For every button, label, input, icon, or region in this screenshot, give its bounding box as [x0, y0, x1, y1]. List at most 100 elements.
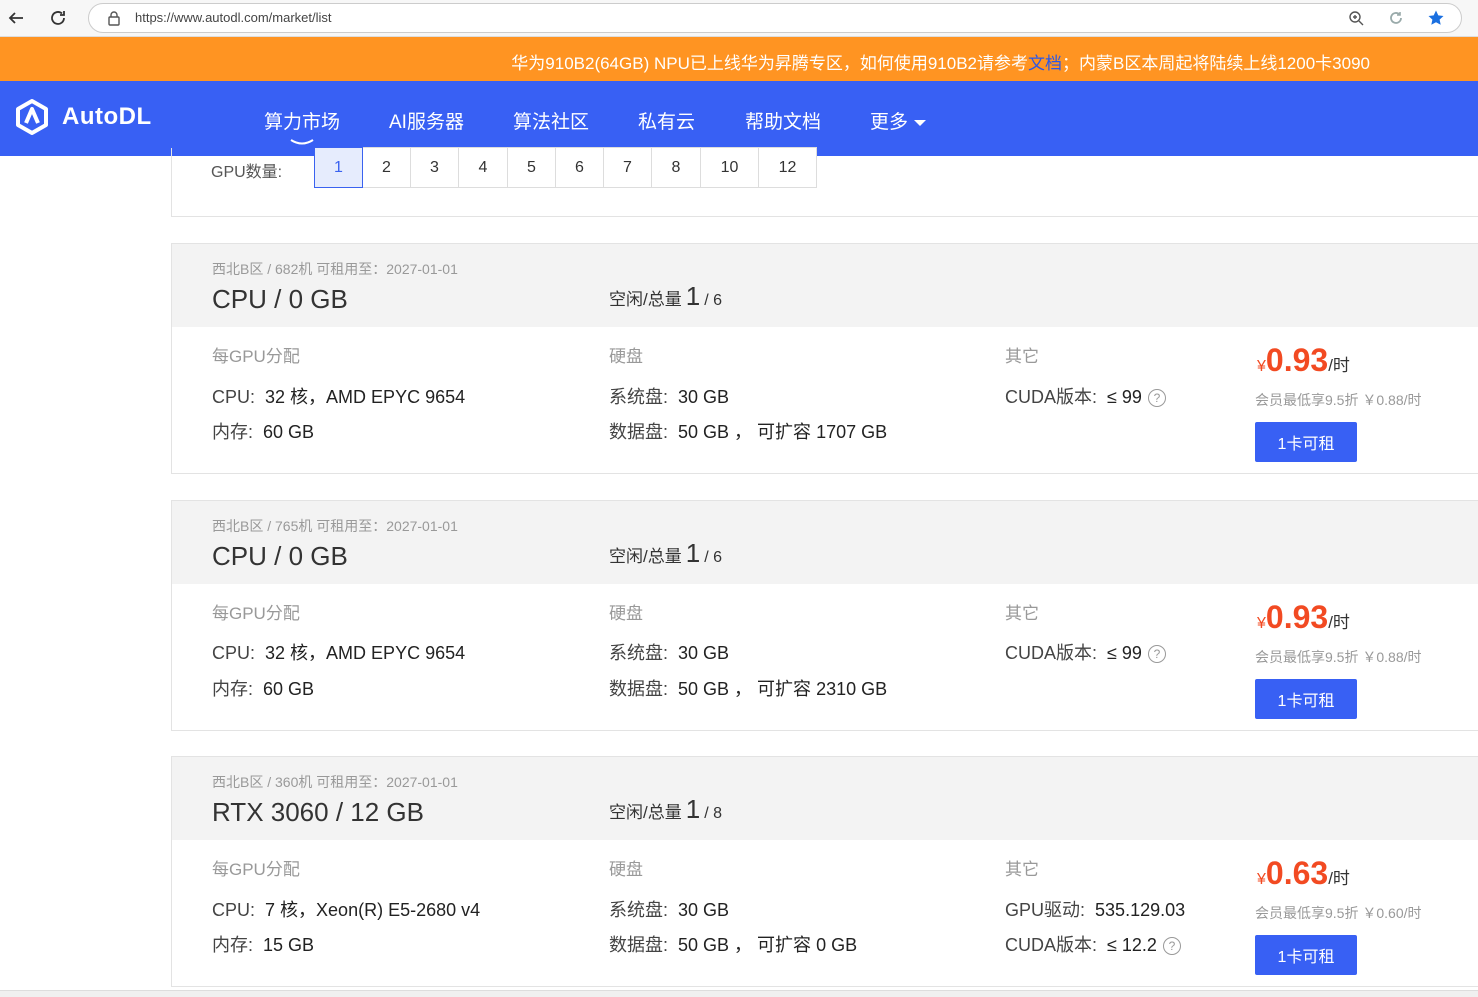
price-value: 0.93 — [1265, 599, 1329, 635]
system-disk-spec: 系统盘: 30 GB — [609, 639, 729, 665]
cpu-value: 32 核，AMD EPYC 9654 — [265, 643, 466, 663]
help-icon[interactable]: ? — [1147, 389, 1166, 408]
help-icon[interactable]: ? — [1147, 645, 1166, 664]
machine-card: 西北B区 / 765机 可租用至：2027-01-01 CPU / 0 GB 空… — [171, 500, 1478, 731]
machine-title: CPU / 0 GB — [212, 284, 348, 314]
cpu-value: 32 核，AMD EPYC 9654 — [265, 387, 466, 407]
rent-button[interactable]: 1卡可租 — [1255, 679, 1357, 719]
machine-card-header — [172, 244, 1478, 327]
disk-heading: 硬盘 — [609, 860, 643, 879]
browser-toolbar: https://www.autodl.com/market/list — [0, 0, 1478, 37]
system-disk-label: 系统盘: — [609, 900, 669, 920]
availability-label: 空闲/总量 — [609, 803, 682, 822]
cpu-spec: CPU: 7 核，Xeon(R) E5-2680 v4 — [212, 896, 480, 922]
other-heading: 其它 — [1005, 604, 1039, 623]
gpu-count-option-8[interactable]: 8 — [652, 147, 701, 188]
cpu-label: CPU: — [212, 900, 256, 920]
system-disk-label: 系统盘: — [609, 387, 669, 407]
memory-label: 内存: — [212, 422, 254, 442]
nav-help-docs[interactable]: 帮助文档 — [745, 107, 821, 134]
gpu-count-option-2[interactable]: 2 — [363, 147, 411, 188]
system-disk-spec: 系统盘: 30 GB — [609, 383, 729, 409]
gpu-count-option-1[interactable]: 1 — [314, 147, 363, 188]
cuda-spec: CUDA版本: ≤ 12.2? — [1005, 931, 1181, 957]
nav-more[interactable]: 更多 — [870, 107, 927, 134]
lock-icon[interactable] — [105, 9, 123, 27]
memory-value: 60 GB — [263, 679, 315, 699]
machine-meta: 西北B区 / 682机 可租用至：2027-01-01 — [212, 261, 458, 277]
data-disk-value: 50 GB ， 可扩容 1707 GB — [678, 422, 888, 442]
nav-more-label: 更多 — [870, 112, 909, 133]
price-unit: /时 — [1328, 613, 1350, 632]
notice-doc-link[interactable]: 文档 — [1028, 54, 1062, 73]
gpu-count-option-12[interactable]: 12 — [759, 147, 817, 188]
cuda-value: ≤ 99 — [1107, 643, 1142, 663]
cpu-value: 7 核，Xeon(R) E5-2680 v4 — [265, 900, 481, 920]
cpu-spec: CPU: 32 核，AMD EPYC 9654 — [212, 639, 465, 665]
rent-button[interactable]: 1卡可租 — [1255, 935, 1357, 975]
price-unit: /时 — [1328, 869, 1350, 888]
member-discount: 会员最低享9.5折 ￥0.88/时 — [1255, 649, 1422, 665]
member-discount: 会员最低享9.5折 ￥0.60/时 — [1255, 905, 1422, 921]
back-icon[interactable] — [4, 6, 28, 30]
system-disk-value: 30 GB — [678, 387, 730, 407]
total-count: / 6 — [704, 292, 722, 309]
price-unit: /时 — [1328, 356, 1350, 375]
autodl-logo-icon — [16, 99, 48, 135]
gpu-driver-spec: GPU驱动: 535.129.03 — [1005, 896, 1185, 922]
url-text[interactable]: https://www.autodl.com/market/list — [135, 10, 332, 25]
nav-algorithm-community[interactable]: 算法社区 — [513, 107, 589, 134]
machine-meta: 西北B区 / 360机 可租用至：2027-01-01 — [212, 774, 458, 790]
translate-icon[interactable] — [1387, 9, 1405, 27]
price-value: 0.93 — [1265, 342, 1329, 378]
address-bar[interactable]: https://www.autodl.com/market/list — [88, 3, 1462, 33]
memory-spec: 内存: 60 GB — [212, 418, 314, 444]
nav-compute-market[interactable]: 算力市场 — [264, 107, 340, 134]
cuda-spec: CUDA版本: ≤ 99? — [1005, 383, 1166, 409]
refresh-icon[interactable] — [46, 6, 70, 30]
free-count: 1 — [685, 794, 701, 824]
logo[interactable]: AutoDL — [14, 99, 152, 135]
machine-title: CPU / 0 GB — [212, 541, 348, 571]
memory-label: 内存: — [212, 935, 254, 955]
machine-card-header — [172, 501, 1478, 584]
data-disk-spec: 数据盘: 50 GB ， 可扩容 0 GB — [609, 931, 857, 957]
per-gpu-heading: 每GPU分配 — [212, 347, 300, 366]
machine-title: RTX 3060 / 12 GB — [212, 797, 424, 827]
notice-text-after: ；内蒙B区本周起将陆续上线1200卡3090 — [1062, 54, 1370, 73]
disk-heading: 硬盘 — [609, 347, 643, 366]
star-icon[interactable] — [1427, 9, 1445, 27]
gpu-count-option-10[interactable]: 10 — [701, 147, 759, 188]
gpu-count-option-7[interactable]: 7 — [604, 147, 652, 188]
cpu-label: CPU: — [212, 643, 256, 663]
data-disk-label: 数据盘: — [609, 679, 669, 699]
gpu-driver-label: GPU驱动: — [1005, 900, 1086, 920]
machine-card: 西北B区 / 360机 可租用至：2027-01-01 RTX 3060 / 1… — [171, 756, 1478, 987]
nav-private-cloud[interactable]: 私有云 — [638, 107, 695, 134]
help-icon[interactable]: ? — [1162, 937, 1181, 956]
cuda-value: ≤ 12.2 — [1107, 935, 1157, 955]
nav-ai-server[interactable]: AI服务器 — [389, 107, 464, 134]
data-disk-value: 50 GB ， 可扩容 0 GB — [678, 935, 858, 955]
price: ¥0.93/时 — [1257, 342, 1350, 379]
gpu-count-option-5[interactable]: 5 — [508, 147, 556, 188]
site-header: AutoDL 算力市场 AI服务器 算法社区 私有云 帮助文档 更多 — [0, 81, 1478, 156]
gpu-count-option-3[interactable]: 3 — [411, 147, 459, 188]
data-disk-label: 数据盘: — [609, 422, 669, 442]
currency-symbol: ¥ — [1257, 871, 1266, 888]
cuda-label: CUDA版本: — [1005, 935, 1098, 955]
per-gpu-heading: 每GPU分配 — [212, 604, 300, 623]
rent-button[interactable]: 1卡可租 — [1255, 422, 1357, 462]
availability: 空闲/总量 1/ 8 — [609, 794, 722, 825]
availability: 空闲/总量 1/ 6 — [609, 281, 722, 312]
member-discount: 会员最低享9.5折 ￥0.88/时 — [1255, 392, 1422, 408]
free-count: 1 — [685, 538, 701, 568]
machine-card: 西北B区 / 682机 可租用至：2027-01-01 CPU / 0 GB 空… — [171, 243, 1478, 474]
memory-spec: 内存: 15 GB — [212, 931, 314, 957]
gpu-count-option-4[interactable]: 4 — [459, 147, 508, 188]
data-disk-label: 数据盘: — [609, 935, 669, 955]
zoom-icon[interactable] — [1347, 9, 1365, 27]
other-heading: 其它 — [1005, 860, 1039, 879]
gpu-count-option-6[interactable]: 6 — [556, 147, 604, 188]
system-disk-spec: 系统盘: 30 GB — [609, 896, 729, 922]
